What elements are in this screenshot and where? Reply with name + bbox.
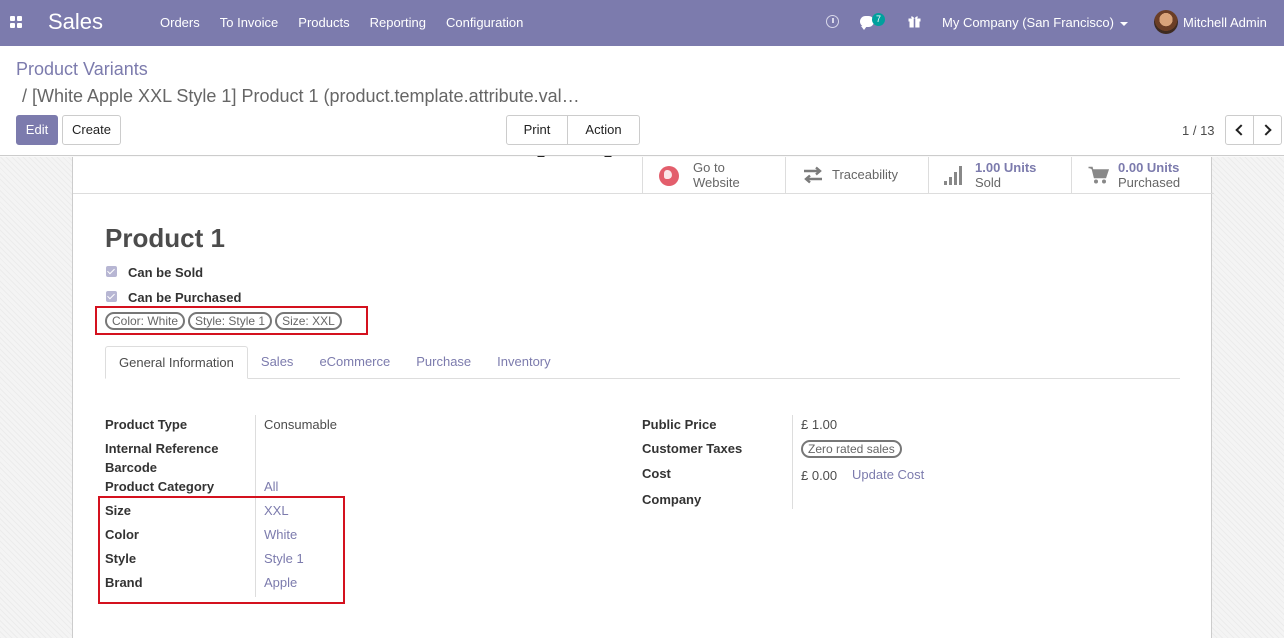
color-label: Color bbox=[105, 527, 139, 542]
product-name: Product 1 bbox=[105, 223, 225, 253]
attribute-tag: Size: XXL bbox=[275, 312, 342, 330]
chat-count-badge: 7 bbox=[872, 13, 886, 26]
public-price-value[interactable]: £ 1.00 bbox=[801, 417, 837, 432]
create-button[interactable]: Create bbox=[62, 115, 121, 145]
attribute-tag: Style: Style 1 bbox=[188, 312, 273, 330]
cost-value[interactable]: £ 0.00 bbox=[801, 468, 837, 483]
brand-value[interactable]: Apple bbox=[264, 575, 297, 590]
tab-ecommerce[interactable]: eCommerce bbox=[306, 346, 403, 378]
barcode-label: Barcode bbox=[105, 460, 158, 475]
form-sheet: Go to Website Traceability 1.00 Units Sold bbox=[72, 157, 1214, 638]
print-label: Print bbox=[523, 122, 551, 137]
signal-bars-icon bbox=[944, 166, 962, 185]
menu-products[interactable]: Products bbox=[288, 0, 359, 46]
chevron-down-icon bbox=[1119, 21, 1128, 26]
breadcrumb-current-record: / [White Apple XXL Style 1] Product 1 (p… bbox=[22, 86, 580, 106]
traceability-label: Traceability bbox=[832, 167, 898, 182]
style-label: Style bbox=[105, 551, 137, 566]
right-group-divider bbox=[792, 415, 793, 509]
menu-configuration[interactable]: Configuration bbox=[436, 0, 533, 46]
company-label: Company bbox=[642, 492, 702, 507]
tab-inventory[interactable]: Inventory bbox=[484, 346, 563, 378]
tax-tag: Zero rated sales bbox=[801, 440, 902, 458]
units-sold-value: 1.00 Units bbox=[975, 160, 1037, 175]
size-value[interactable]: XXL bbox=[264, 503, 289, 518]
customer-taxes-label: Customer Taxes bbox=[642, 441, 743, 456]
notebook-tabs: General Information Sales eCommerce Purc… bbox=[105, 346, 1180, 379]
traceability-button[interactable]: Traceability bbox=[785, 157, 928, 194]
chevron-left-icon bbox=[1235, 124, 1247, 136]
product-category-value[interactable]: All bbox=[264, 479, 278, 494]
color-value[interactable]: White bbox=[264, 527, 297, 542]
top-navbar: Sales Orders To Invoice Products Reporti… bbox=[0, 0, 1284, 46]
menu-orders[interactable]: Orders bbox=[150, 0, 210, 46]
internal-reference-label: Internal Reference bbox=[105, 441, 219, 456]
attribute-tags: Color: White Style: Style 1 Size: XXL bbox=[105, 312, 345, 330]
units-purchased-value: 0.00 Units bbox=[1118, 160, 1180, 175]
control-panel: Product Variants / [White Apple XXL Styl… bbox=[0, 46, 1284, 160]
company-name: My Company (San Francisco) bbox=[942, 15, 1114, 30]
exchange-arrows-icon bbox=[804, 166, 822, 184]
shopping-cart-icon bbox=[1088, 166, 1110, 184]
menu-reporting[interactable]: Reporting bbox=[360, 0, 436, 46]
activity-clock-icon[interactable] bbox=[826, 15, 839, 28]
website-line1: Go to bbox=[693, 160, 725, 175]
product-type-value[interactable]: Consumable bbox=[264, 417, 337, 432]
chevron-right-icon bbox=[1260, 124, 1272, 136]
units-purchased-button[interactable]: 0.00 Units Purchased bbox=[1071, 157, 1214, 194]
size-label: Size bbox=[105, 503, 132, 518]
pager-value[interactable]: 1 / 13 bbox=[1182, 123, 1215, 138]
app-title[interactable]: Sales bbox=[48, 9, 103, 35]
tab-purchase[interactable]: Purchase bbox=[403, 346, 484, 378]
action-label: Action bbox=[585, 122, 622, 137]
apps-menu-icon[interactable] bbox=[10, 16, 22, 28]
user-menu[interactable]: Mitchell Admin bbox=[1183, 0, 1267, 46]
print-dropdown-button[interactable]: Print bbox=[506, 115, 568, 160]
public-price-label: Public Price bbox=[642, 417, 717, 432]
units-sold-button[interactable]: 1.00 Units Sold bbox=[928, 157, 1071, 194]
menu-to-invoice[interactable]: To Invoice bbox=[210, 0, 289, 46]
update-cost-button[interactable]: Update Cost bbox=[852, 467, 924, 482]
action-dropdown-button[interactable]: Action bbox=[567, 115, 640, 160]
user-avatar[interactable] bbox=[1154, 10, 1178, 34]
go-to-website-button[interactable]: Go to Website bbox=[642, 157, 785, 194]
can-be-sold-label: Can be Sold bbox=[128, 265, 204, 280]
globe-icon bbox=[659, 166, 679, 186]
main-menu: Orders To Invoice Products Reporting Con… bbox=[150, 0, 533, 46]
product-type-label: Product Type bbox=[105, 417, 188, 432]
edit-button[interactable]: Edit bbox=[16, 115, 58, 145]
pager-previous-button[interactable] bbox=[1225, 115, 1254, 145]
style-value[interactable]: Style 1 bbox=[264, 551, 304, 566]
cost-label: Cost bbox=[642, 466, 671, 481]
breadcrumb-product-variants[interactable]: Product Variants bbox=[16, 59, 148, 80]
units-sold-label: Sold bbox=[975, 175, 1002, 190]
can-be-purchased-checkbox[interactable] bbox=[106, 291, 117, 302]
attribute-tag: Color: White bbox=[105, 312, 186, 330]
can-be-purchased-label: Can be Purchased bbox=[128, 290, 242, 305]
website-line2: Website bbox=[693, 175, 740, 190]
tab-general-information[interactable]: General Information bbox=[105, 346, 248, 379]
gift-icon[interactable] bbox=[908, 15, 921, 28]
smart-button-box: Go to Website Traceability 1.00 Units Sold bbox=[642, 157, 1214, 194]
product-category-label: Product Category bbox=[105, 479, 215, 494]
units-purchased-label: Purchased bbox=[1118, 175, 1181, 190]
brand-label: Brand bbox=[105, 575, 143, 590]
company-switcher[interactable]: My Company (San Francisco) bbox=[942, 0, 1128, 46]
tab-sales[interactable]: Sales bbox=[248, 346, 307, 378]
can-be-sold-checkbox[interactable] bbox=[106, 266, 117, 277]
customer-taxes-value[interactable]: Zero rated sales bbox=[801, 440, 905, 458]
pager-next-button[interactable] bbox=[1253, 115, 1282, 145]
